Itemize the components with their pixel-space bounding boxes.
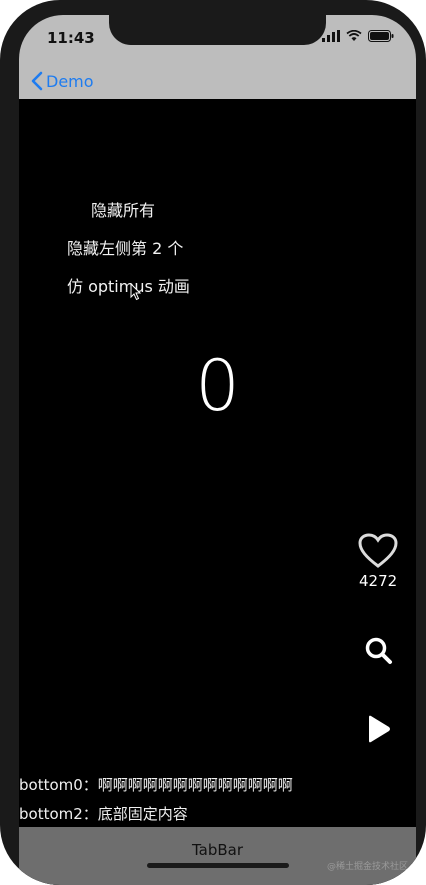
mouse-cursor-icon	[130, 283, 142, 301]
signal-icon	[322, 30, 340, 42]
battery-icon	[368, 30, 394, 42]
chevron-left-icon	[31, 71, 43, 91]
status-time: 11:43	[47, 29, 95, 47]
navigation-bar: Demo	[19, 65, 416, 99]
tabbar-label: TabBar	[191, 841, 244, 859]
wifi-icon	[346, 30, 362, 41]
tab-bar[interactable]: TabBar @稀土掘金技术社区	[19, 827, 416, 885]
counter-value: 0	[195, 345, 240, 427]
bottom2-text: bottom2：底部固定内容	[19, 805, 188, 823]
watermark-text: @稀土掘金技术社区	[326, 862, 408, 872]
back-label: Demo	[46, 71, 94, 91]
menu-item-hide-second-left[interactable]: 隐藏左侧第 2 个	[67, 235, 183, 259]
screen: 11:43 Demo 隐藏所有 隐藏左侧第 2 个 仿 optimus 动画 0…	[19, 15, 416, 885]
heart-icon[interactable]	[358, 533, 398, 569]
search-icon[interactable]	[364, 636, 394, 666]
like-count: 4272	[359, 572, 398, 590]
bottom0-text: bottom0：啊啊啊啊啊啊啊啊啊啊啊啊啊	[19, 776, 293, 794]
back-button[interactable]: Demo	[31, 71, 94, 91]
device-frame: 11:43 Demo 隐藏所有 隐藏左侧第 2 个 仿 optimus 动画 0…	[0, 0, 426, 885]
notch	[109, 15, 326, 45]
menu-item-hide-all[interactable]: 隐藏所有	[91, 197, 155, 221]
home-indicator	[147, 863, 289, 868]
play-icon[interactable]	[366, 714, 392, 744]
status-bar: 11:43	[19, 15, 416, 65]
status-icons	[322, 30, 394, 42]
menu-item-optimus-animation[interactable]: 仿 optimus 动画	[67, 273, 190, 297]
